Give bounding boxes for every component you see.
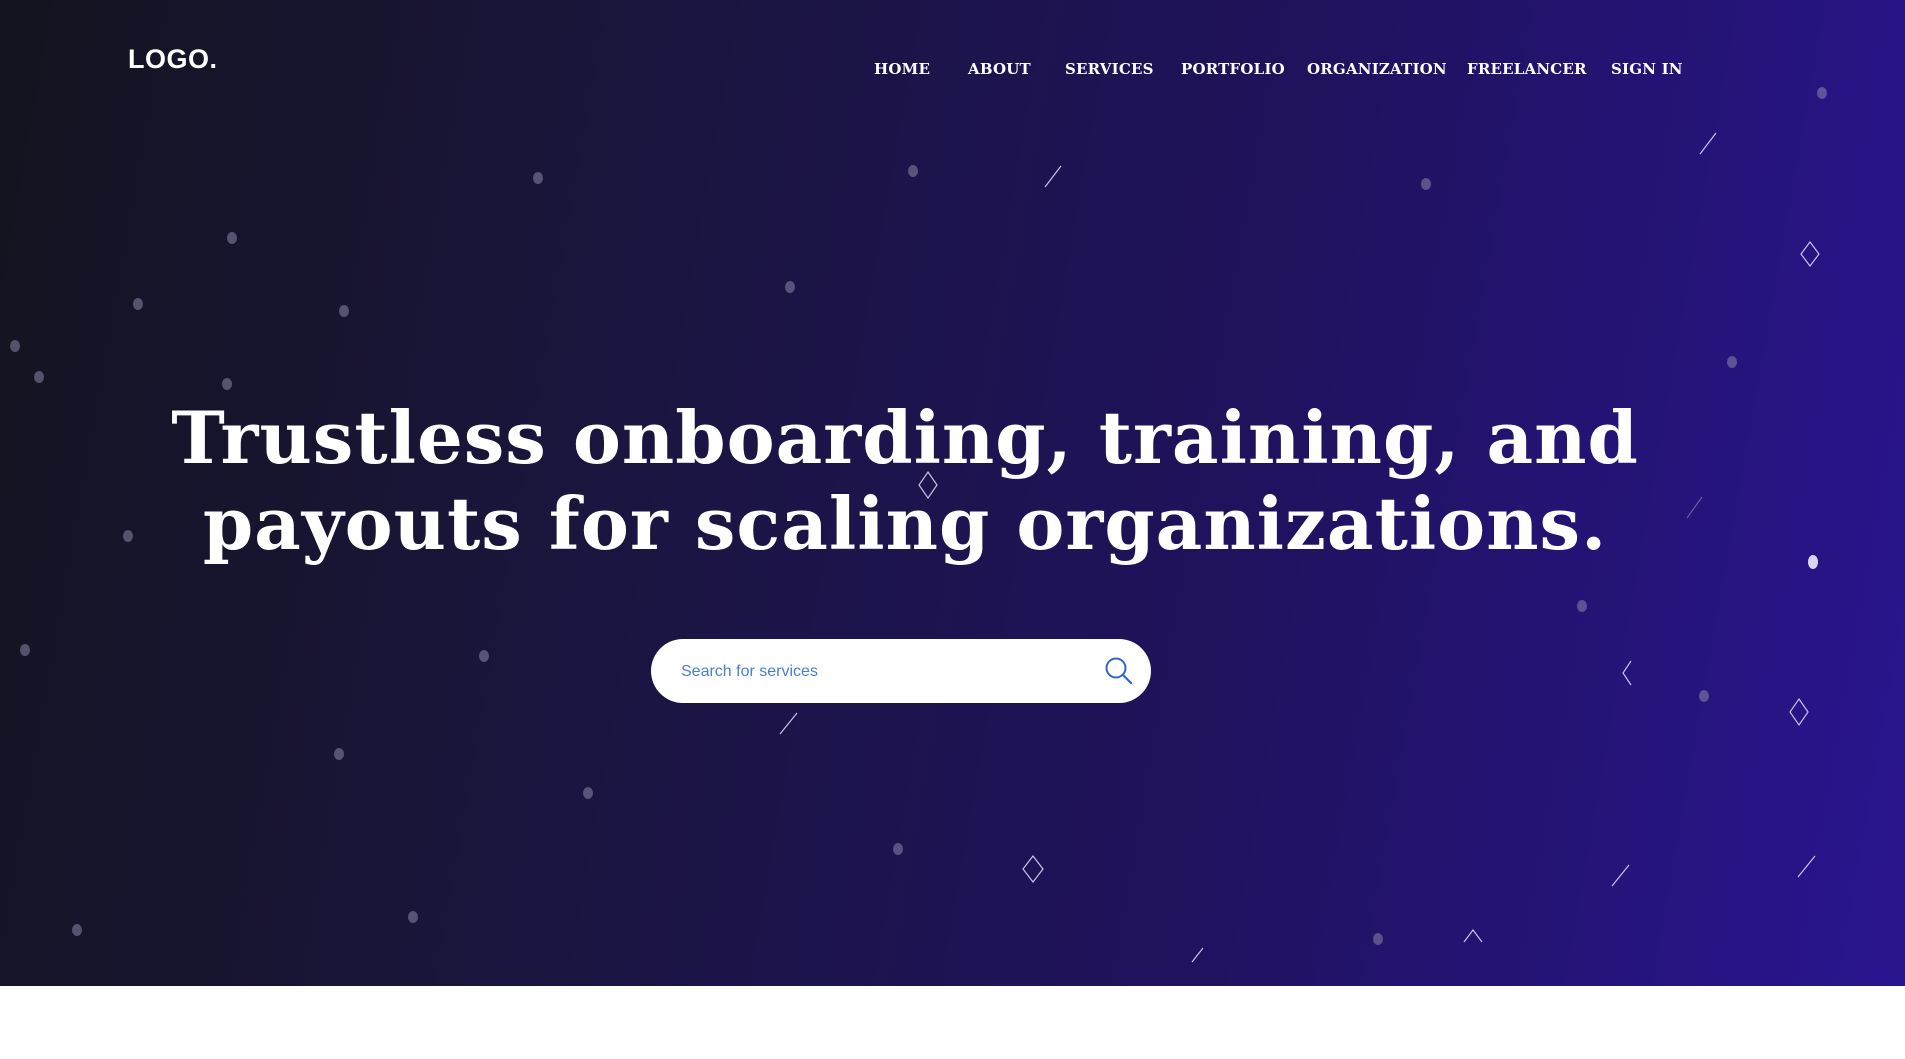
nav-about[interactable]: ABOUT: [968, 60, 1031, 78]
hero-headline-line-2: payouts for scaling organizations.: [202, 481, 1608, 566]
hero-section: LOGO. HOME ABOUT SERVICES PORTFOLIO ORGA…: [0, 0, 1905, 986]
search-button[interactable]: [1101, 653, 1137, 689]
nav-freelancer[interactable]: FREELANCER: [1467, 60, 1587, 78]
hero-headline-line-1: Trustless onboarding, training, and: [171, 395, 1639, 480]
hero-headline: Trustless onboarding, training, and payo…: [0, 395, 1810, 567]
search-bar: [651, 639, 1151, 703]
search-icon: [1105, 657, 1133, 685]
nav-sign-in[interactable]: SIGN IN: [1611, 60, 1683, 78]
main-nav: HOME ABOUT SERVICES PORTFOLIO ORGANIZATI…: [0, 60, 1905, 84]
nav-services[interactable]: SERVICES: [1065, 60, 1154, 78]
search-input[interactable]: [679, 653, 1073, 691]
nav-portfolio[interactable]: PORTFOLIO: [1181, 60, 1285, 78]
content-area: [0, 986, 1905, 1059]
nav-organization[interactable]: ORGANIZATION: [1307, 60, 1447, 78]
nav-home[interactable]: HOME: [874, 60, 930, 78]
